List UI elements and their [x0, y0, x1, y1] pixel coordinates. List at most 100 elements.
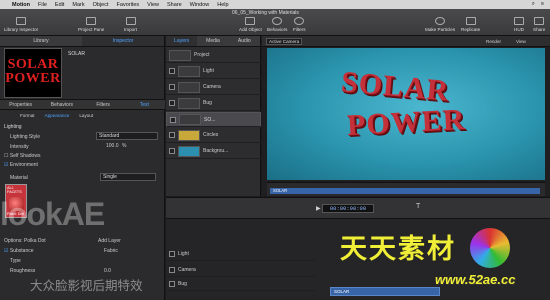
material-select[interactable]: Single: [100, 173, 156, 181]
replicate-button[interactable]: Replicate: [461, 17, 480, 32]
visibility-checkbox[interactable]: [169, 100, 175, 106]
behaviors-button[interactable]: Behaviors: [267, 17, 287, 32]
filters-button[interactable]: Filters: [293, 17, 306, 32]
render-menu[interactable]: Render: [486, 39, 501, 44]
tab-appearance[interactable]: Appearance: [45, 113, 70, 118]
timeline-row-camera[interactable]: Camera: [166, 263, 316, 277]
layer-row-project[interactable]: Project: [166, 48, 261, 63]
layer-row-circles[interactable]: Circles: [166, 128, 261, 143]
preview-thumbnail: SOLAR POWER: [4, 48, 62, 98]
add-layer-button[interactable]: Add Layer: [98, 238, 121, 244]
menu-share[interactable]: Share: [167, 2, 182, 8]
layer-label: SO...: [204, 116, 216, 123]
hud-icon: [514, 17, 524, 25]
layer-row-light[interactable]: Light: [166, 64, 261, 79]
roughness-value[interactable]: 0.0: [104, 268, 111, 274]
layer-row-background[interactable]: Backgrou...: [166, 144, 261, 159]
timeline-row-bug[interactable]: Bug: [166, 277, 316, 291]
tab-layout[interactable]: Layout: [79, 113, 93, 118]
tab-format[interactable]: Format: [20, 113, 35, 118]
timeline-row-light[interactable]: Light: [166, 247, 316, 261]
menu-object[interactable]: Object: [93, 2, 109, 8]
thumb-line-2: POWER: [5, 71, 61, 86]
menu-window[interactable]: Window: [190, 2, 210, 8]
menu-edit[interactable]: Edit: [55, 2, 64, 8]
share-label: Share: [533, 27, 546, 32]
environment-checkbox[interactable]: ☑ Environment: [4, 162, 38, 168]
menu-favorites[interactable]: Favorites: [117, 2, 140, 8]
spotlight-icon[interactable]: ⌕: [532, 1, 535, 8]
substance-label: Substance: [9, 248, 34, 254]
canvas-text-power[interactable]: POWER: [346, 103, 466, 143]
visibility-checkbox[interactable]: [169, 68, 175, 74]
make-particles-button[interactable]: Make Particles: [425, 17, 455, 32]
camera-select[interactable]: Active Camera: [266, 38, 303, 45]
menu-mark[interactable]: Mark: [72, 2, 84, 8]
visibility-checkbox[interactable]: [169, 148, 175, 154]
self-shadows-checkbox[interactable]: ☐ Self Shadows: [4, 153, 40, 159]
menu-file[interactable]: File: [38, 2, 47, 8]
project-icon: [169, 49, 191, 61]
substance-select[interactable]: Fabric: [104, 248, 118, 254]
canvas-text-solar[interactable]: SOLAR: [340, 65, 451, 108]
tab-layers[interactable]: Layers: [166, 36, 198, 46]
preview-name: SOLAR: [68, 51, 85, 57]
circles-icon: [178, 129, 200, 141]
environment-label: Environment: [9, 162, 38, 168]
hud-button[interactable]: HUD: [514, 17, 524, 32]
share-button[interactable]: Share: [533, 17, 545, 32]
menu-bar: Motion File Edit Mark Object Favorites V…: [0, 0, 550, 9]
timecode-display[interactable]: 00:00:00:00: [322, 204, 374, 213]
menu-list-icon[interactable]: ≡: [541, 1, 544, 8]
library-inspector-label: Library Inspector: [4, 27, 39, 32]
tab-filters[interactable]: Filters: [83, 100, 124, 109]
text-layer-icon: [179, 114, 201, 125]
tab-inspector[interactable]: Inspector: [82, 36, 164, 46]
tab-text[interactable]: Text: [124, 100, 165, 109]
lighting-header: Lighting: [4, 124, 22, 130]
layer-label: Backgrou...: [203, 148, 229, 154]
behaviors-label: Behaviors: [267, 27, 288, 32]
view-menu[interactable]: View: [516, 39, 526, 44]
tab-media[interactable]: Media: [197, 36, 228, 46]
substance-checkbox[interactable]: ☑ Substance: [4, 248, 34, 254]
project-pane-button[interactable]: Project Pane: [78, 17, 104, 32]
add-object-button[interactable]: Add Object: [239, 17, 262, 32]
toolbar: 06_05_Working with Materials Library Ins…: [0, 9, 550, 36]
tab-audio[interactable]: Audio: [229, 36, 260, 46]
import-button[interactable]: Import: [124, 17, 137, 32]
hud-label: HUD: [514, 27, 524, 32]
text-tool-icon[interactable]: T: [416, 203, 420, 210]
inspector-subtabs: Properties Behaviors Filters Text: [0, 99, 165, 110]
layer-row-camera[interactable]: Camera: [166, 80, 261, 95]
tab-properties[interactable]: Properties: [0, 100, 41, 109]
tab-library[interactable]: Library: [0, 36, 82, 46]
visibility-checkbox[interactable]: [169, 250, 175, 257]
layer-row-bug[interactable]: Bug: [166, 96, 261, 111]
library-inspector-button[interactable]: Library Inspector: [4, 17, 38, 32]
menu-app-name[interactable]: Motion: [12, 2, 30, 8]
canvas-viewport[interactable]: SOLAR POWER: [267, 48, 545, 180]
import-icon: [125, 17, 136, 25]
tab-behaviors[interactable]: Behaviors: [41, 100, 82, 109]
share-icon: [534, 17, 545, 25]
replicate-label: Replicate: [461, 27, 481, 32]
mini-timeline-bar[interactable]: SOLAR: [270, 188, 540, 194]
visibility-checkbox[interactable]: [170, 116, 176, 123]
visibility-checkbox[interactable]: [169, 132, 175, 138]
play-icon[interactable]: ▶: [316, 205, 321, 212]
timeline-row-label: Camera: [178, 266, 196, 273]
intensity-value[interactable]: 100.0: [106, 143, 119, 149]
layer-row-solar[interactable]: SO...: [166, 112, 261, 127]
visibility-checkbox[interactable]: [169, 84, 175, 90]
facets-label: ALL FACETS: [7, 186, 22, 194]
watermark-chinese-line: 大众脸影视后期特效: [30, 279, 143, 293]
timeline-solar-bar[interactable]: SOLAR: [330, 287, 440, 296]
lighting-style-select[interactable]: Standard: [96, 132, 158, 140]
self-shadows-label: Self Shadows: [9, 153, 41, 159]
visibility-checkbox[interactable]: [169, 266, 175, 273]
background-icon: [178, 145, 200, 157]
menu-help[interactable]: Help: [217, 2, 228, 8]
visibility-checkbox[interactable]: [169, 280, 175, 287]
menu-view[interactable]: View: [147, 2, 159, 8]
